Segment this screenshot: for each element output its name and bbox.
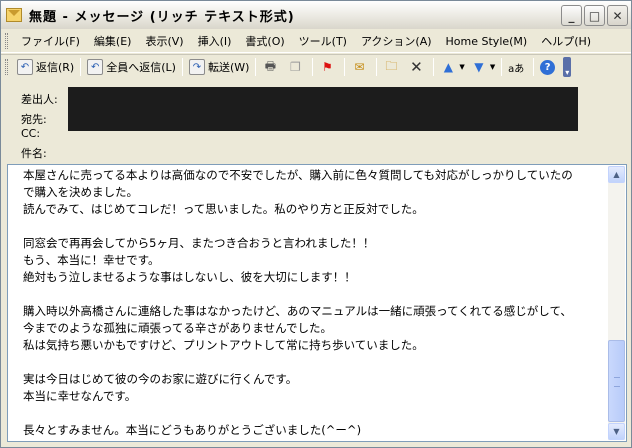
menu-insert[interactable]: 挿入(I) — [191, 33, 239, 49]
message-text[interactable]: 本屋さんに売ってる本よりは高価なので不安でしたが、購入前に色々質問しても対応がし… — [23, 167, 603, 439]
message-line — [23, 354, 603, 371]
print-button[interactable]: 🖶 — [259, 57, 284, 78]
toolbar-separator — [344, 58, 346, 76]
message-line: 読んでみて、はじめてコレだ！って思いました。私のやり方と正反対でした。 — [23, 202, 424, 216]
menu-actions[interactable]: アクション(A) — [354, 33, 439, 49]
forward-icon: ↷ — [188, 59, 205, 75]
message-window: 無題 - メッセージ (リッチ テキスト形式) _ □ ✕ ファイル(F) 編集… — [0, 0, 632, 448]
menu-edit[interactable]: 編集(E) — [87, 33, 139, 49]
message-line: 私は気持ち悪いかもですけど、プリントアウトして常に持ち歩いていました。 — [23, 338, 424, 352]
next-item-icon: ▼ — [474, 60, 484, 74]
help-button[interactable]: ? — [537, 57, 561, 78]
move-to-folder-button[interactable]: 🗀 — [380, 57, 405, 78]
copy-button[interactable]: ❐ — [284, 57, 309, 78]
menu-file[interactable]: ファイル(F) — [14, 33, 87, 49]
next-item-button[interactable]: ▼ ▼ — [468, 57, 498, 78]
message-line — [23, 405, 603, 422]
message-line: 本当に幸せなんです。 — [23, 389, 137, 403]
scroll-thumb[interactable] — [608, 340, 625, 422]
help-icon: ? — [540, 59, 556, 75]
previous-item-button[interactable]: ▲ ▼ — [437, 57, 467, 78]
title-bar[interactable]: 無題 - メッセージ (リッチ テキスト形式) _ □ ✕ — [1, 1, 631, 29]
menu-tools[interactable]: ツール(T) — [292, 33, 354, 49]
previous-item-icon: ▲ — [443, 60, 454, 74]
translate-button[interactable]: aあ — [505, 57, 530, 78]
message-line: 絶対もう泣しませるような事はしないし、彼を大切にします！！ — [23, 270, 356, 284]
menu-grip[interactable] — [5, 33, 8, 49]
print-icon: 🖶 — [264, 58, 277, 73]
copy-icon: ❐ — [290, 60, 301, 74]
reply-icon: ↶ — [17, 59, 33, 75]
reply-button[interactable]: ↶ 返信(R) — [14, 57, 77, 78]
move-to-folder-icon: 🗀 — [385, 58, 398, 73]
subject-label: 件名: — [21, 147, 47, 160]
message-line: 購入時以外高橋さんに連絡した事はなかったけど、あのマニュアルは一緒に頑張ってくれ… — [23, 304, 572, 318]
scroll-down-button[interactable]: ▼ — [608, 423, 625, 440]
reply-all-icon: ↶ — [87, 59, 104, 75]
message-line: 今までのような孤独に頑張ってる辛さがありませんでした。 — [23, 321, 333, 335]
minimize-button[interactable]: _ — [561, 5, 582, 26]
toolbar-separator — [501, 58, 503, 76]
message-line: 本屋さんに売ってる本よりは高価なので不安でしたが、購入前に色々質問しても対応がし… — [23, 168, 573, 182]
chevron-down-icon: ▼ — [459, 63, 465, 71]
address-book-button[interactable]: ✉ — [348, 57, 373, 78]
menu-help[interactable]: ヘルプ(H) — [534, 33, 598, 49]
toolbar-separator — [80, 58, 82, 76]
forward-button[interactable]: ↷ 転送(W) — [186, 57, 252, 78]
vertical-scrollbar[interactable]: ▲ ▼ — [608, 166, 625, 440]
chevron-down-icon: ▼ — [489, 63, 496, 71]
toolbar-separator — [376, 58, 378, 76]
standard-toolbar: ↶ 返信(R) ↶ 全員へ返信(L) ↷ 転送(W) 🖶 ❐ ⚑ ✉ 🗀 ✕ ▲… — [1, 54, 631, 79]
reply-all-label: 全員へ返信(L) — [106, 61, 176, 74]
message-line: 実は今日はじめて彼の今のお家に遊びに行くんです。 — [23, 372, 298, 386]
toolbar-options-icon[interactable]: ▾ — [563, 57, 572, 77]
from-label: 差出人: — [21, 93, 58, 106]
address-book-icon: ✉ — [354, 60, 365, 74]
maximize-button[interactable]: □ — [584, 5, 605, 26]
message-line — [23, 286, 603, 303]
menu-format[interactable]: 書式(O) — [238, 33, 291, 49]
reply-all-button[interactable]: ↶ 全員へ返信(L) — [84, 57, 179, 78]
envelope-icon — [6, 8, 22, 22]
message-line: で購入を決めました。 — [23, 185, 138, 199]
reply-label: 返信(R) — [36, 61, 75, 74]
message-line: 同窓会で再再会してから5ヶ月、またつき合おうと言われました！！ — [23, 236, 375, 250]
cc-label: CC: — [21, 127, 41, 140]
toolbar-separator — [433, 58, 435, 76]
menu-bar: ファイル(F) 編集(E) 表示(V) 挿入(I) 書式(O) ツール(T) ア… — [1, 30, 631, 53]
flag-icon: ⚑ — [322, 60, 333, 74]
forward-label: 転送(W) — [207, 61, 250, 74]
message-line: 長々とすみません。本当にどうもありがとうございました(^ー^) — [23, 423, 362, 437]
window-title: 無題 - メッセージ (リッチ テキスト形式) — [29, 9, 295, 25]
window-controls: _ □ ✕ — [561, 5, 628, 26]
message-body[interactable]: 本屋さんに売ってる本よりは高価なので不安でしたが、購入前に色々質問しても対応がし… — [7, 164, 627, 442]
menu-view[interactable]: 表示(V) — [138, 33, 190, 49]
toolbar-separator — [181, 58, 183, 76]
message-line: もう、本当に！幸せです。 — [23, 253, 160, 267]
message-line — [23, 218, 603, 235]
to-label: 宛先: — [21, 113, 47, 126]
toolbar-separator — [533, 58, 535, 76]
toolbar-separator — [312, 58, 314, 76]
translate-icon: aあ — [508, 63, 525, 75]
toolbar-grip[interactable] — [5, 59, 8, 75]
toolbar-separator — [255, 58, 257, 76]
close-button[interactable]: ✕ — [607, 5, 628, 26]
flag-button[interactable]: ⚑ — [316, 57, 341, 78]
message-header: 差出人: 宛先: CC: 件名: — [1, 81, 631, 161]
delete-icon: ✕ — [410, 58, 423, 76]
menu-home-style[interactable]: Home Style(M) — [439, 35, 535, 48]
redacted-header-values — [68, 87, 578, 131]
delete-button[interactable]: ✕ — [405, 57, 430, 78]
scroll-up-button[interactable]: ▲ — [608, 166, 625, 183]
